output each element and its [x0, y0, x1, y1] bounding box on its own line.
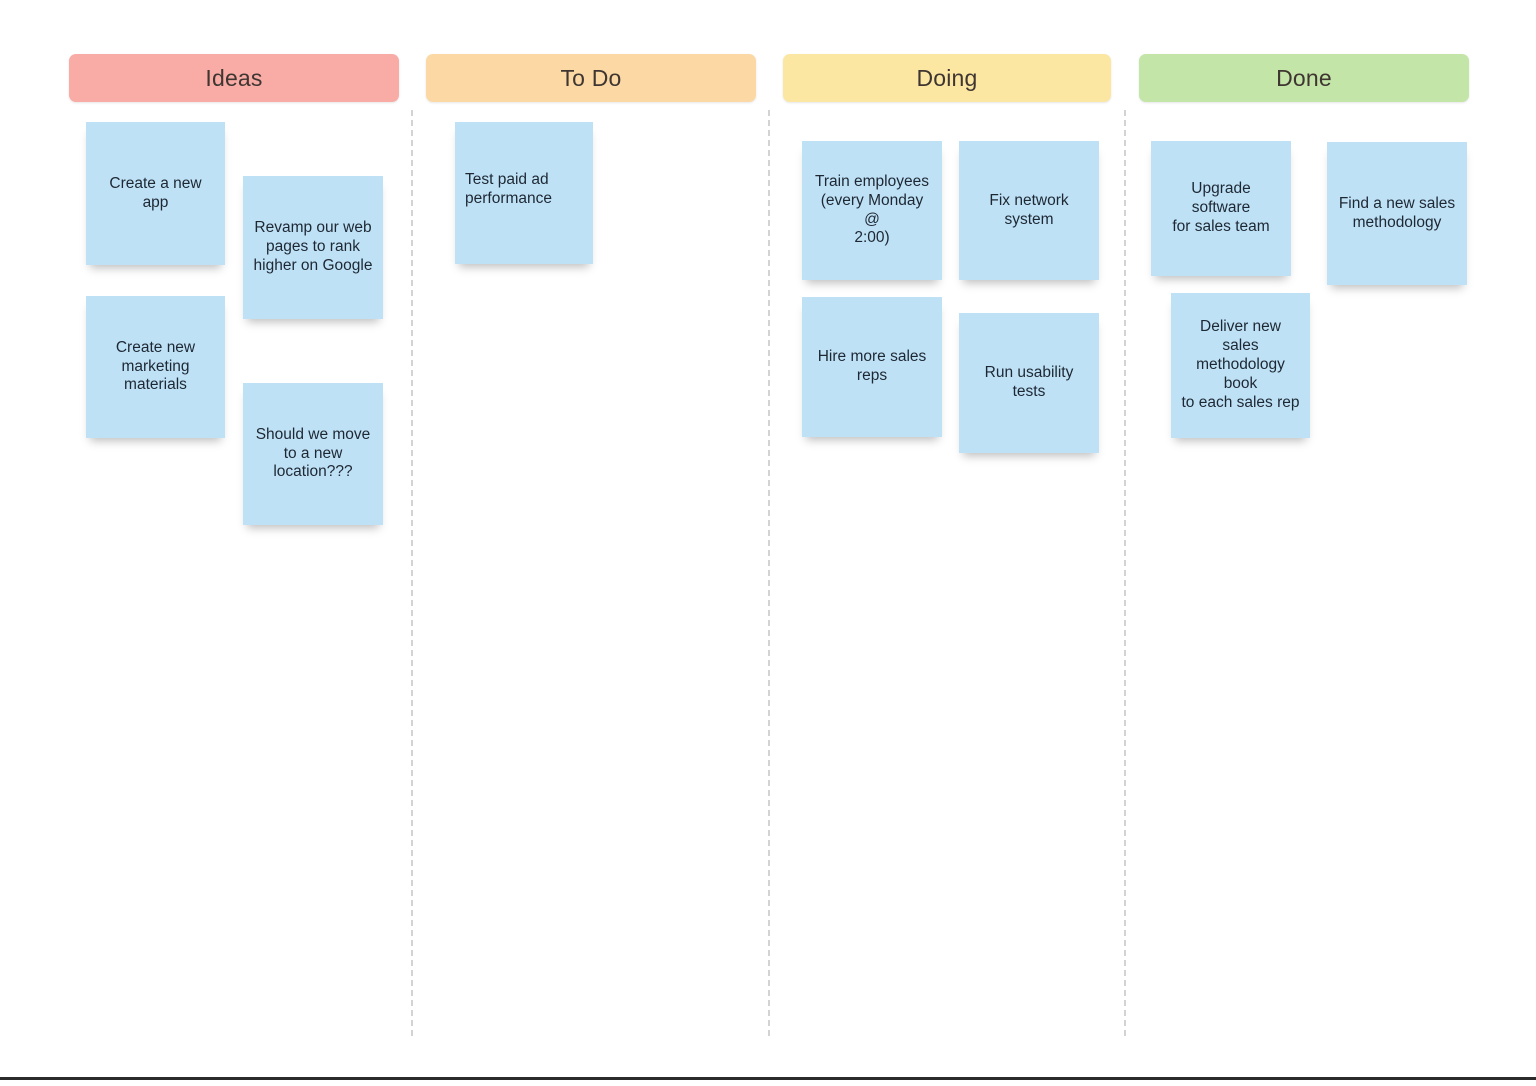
column-divider-todo-doing: [768, 110, 770, 1036]
sticky-note-text: Find a new sales methodology: [1338, 194, 1456, 231]
sticky-note-text: Run usability tests: [984, 364, 1074, 400]
sticky-note[interactable]: Deliver new sales methodology book to ea…: [1171, 293, 1310, 438]
column-header-label-todo: To Do: [560, 64, 622, 91]
sticky-note-text: Revamp our web pages to rank higher on G…: [253, 219, 373, 274]
sticky-note[interactable]: Should we move to a new location???: [243, 383, 383, 525]
sticky-note[interactable]: Train employees (every Monday @ 2:00): [802, 141, 942, 280]
sticky-note-text: Create a new app: [109, 174, 202, 211]
sticky-note-text: Should we move to a new location???: [255, 425, 371, 481]
column-header-doing[interactable]: Doing: [783, 54, 1111, 102]
sticky-note[interactable]: Revamp our web pages to rank higher on G…: [243, 176, 383, 319]
column-header-ideas[interactable]: Ideas: [69, 54, 399, 102]
column-divider-ideas-todo: [411, 110, 413, 1036]
sticky-note[interactable]: Find a new sales methodology: [1327, 142, 1467, 285]
sticky-note-text: Test paid ad performance: [465, 171, 553, 207]
sticky-note-text: Create new marketing materials: [115, 338, 196, 394]
sticky-note-text: Upgrade software for sales team: [1172, 180, 1270, 235]
sticky-note-text: Train employees (every Monday @ 2:00): [814, 172, 929, 247]
kanban-board: Ideas To Do Doing Done Create a new app …: [0, 0, 1536, 1080]
sticky-note[interactable]: Fix network system: [959, 141, 1099, 280]
column-header-label-done: Done: [1276, 64, 1332, 91]
sticky-note[interactable]: Hire more sales reps: [802, 297, 942, 437]
sticky-note-text: Deliver new sales methodology book to ea…: [1181, 318, 1300, 411]
sticky-note[interactable]: Create a new app: [86, 122, 225, 265]
column-header-done[interactable]: Done: [1139, 54, 1469, 102]
sticky-note-text: Fix network system: [989, 191, 1069, 228]
column-divider-doing-done: [1124, 110, 1126, 1036]
sticky-note[interactable]: Upgrade software for sales team: [1151, 141, 1291, 276]
sticky-note[interactable]: Create new marketing materials: [86, 296, 225, 438]
sticky-note-text: Hire more sales reps: [817, 348, 927, 384]
column-header-label-ideas: Ideas: [205, 64, 263, 91]
column-header-todo[interactable]: To Do: [426, 54, 756, 102]
sticky-note[interactable]: Run usability tests: [959, 313, 1099, 453]
sticky-note[interactable]: Test paid ad performance: [455, 122, 593, 264]
column-header-label-doing: Doing: [916, 64, 978, 91]
